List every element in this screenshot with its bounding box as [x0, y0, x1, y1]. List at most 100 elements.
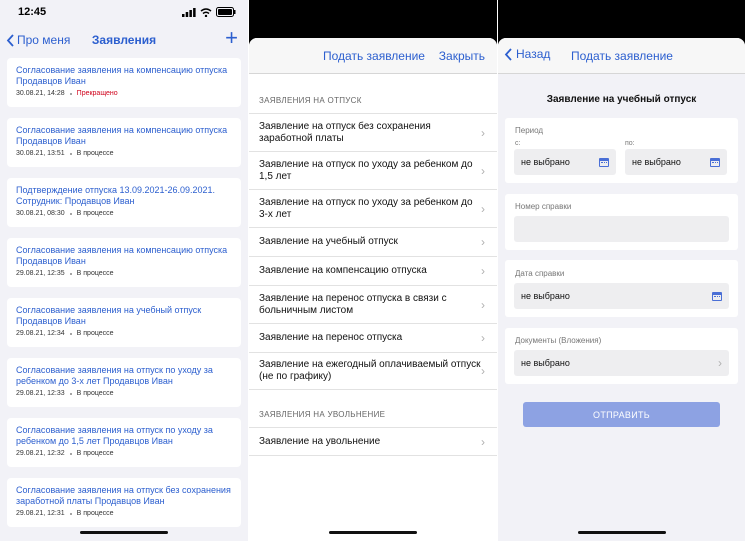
chevron-right-icon: ›	[481, 163, 485, 178]
request-date: 29.08.21, 12:35	[16, 270, 65, 277]
request-type-label: Заявление на отпуск без сохранения зараб…	[259, 120, 431, 144]
signal-icon	[182, 7, 196, 17]
back-button[interactable]: Про меня	[6, 33, 70, 47]
request-status: В процессе	[76, 510, 114, 517]
period-from-value: не выбрано	[521, 157, 570, 167]
cert-number-label: Номер справки	[515, 202, 572, 211]
chevron-right-icon: ›	[718, 356, 722, 370]
request-type-item[interactable]: Заявление на отпуск по уходу за ребенком…	[249, 151, 497, 189]
request-date: 29.08.21, 12:34	[16, 330, 65, 337]
cert-date-field[interactable]: не выбрано	[514, 283, 729, 309]
chevron-right-icon: ›	[481, 364, 485, 378]
chevron-right-icon: ›	[481, 297, 485, 312]
close-button[interactable]: Закрыть	[439, 49, 485, 63]
submit-request-sheet-screen: Подать заявление Закрыть ЗАЯВЛЕНИЯ НА ОТ…	[249, 0, 497, 541]
request-type-label: Заявление на перенос отпуска в связи с б…	[259, 292, 447, 316]
request-meta: 30.08.21, 14:28 Прекращено	[16, 90, 233, 97]
sheet-header: Назад Подать заявление	[498, 38, 745, 74]
request-status: В процессе	[76, 330, 114, 337]
request-card[interactable]: Согласование заявления на отпуск без сох…	[7, 478, 241, 527]
request-title: Согласование заявления на компенсацию от…	[16, 125, 228, 146]
chevron-left-icon	[504, 47, 512, 61]
request-card[interactable]: Согласование заявления на компенсацию от…	[7, 58, 241, 107]
request-title: Согласование заявления на отпуск по уход…	[16, 425, 213, 446]
back-label: Назад	[516, 47, 551, 61]
request-status: Прекращено	[76, 90, 118, 97]
request-type-item[interactable]: Заявление на перенос отпуска в связи с б…	[249, 285, 497, 323]
request-type-item[interactable]: Заявление на увольнение ›	[249, 427, 497, 456]
sheet-title: Подать заявление	[571, 49, 673, 63]
request-card[interactable]: Подтверждение отпуска 13.09.2021-26.09.2…	[7, 178, 241, 227]
request-meta: 29.08.21, 12:34 В процессе	[16, 330, 233, 337]
request-type-label: Заявление на учебный отпуск	[259, 236, 398, 247]
battery-icon	[216, 7, 236, 17]
from-label: с:	[515, 140, 521, 147]
request-type-label: Заявление на компенсацию отпуска	[259, 265, 427, 276]
documents-label: Документы (Вложения)	[515, 336, 602, 345]
separator-dot	[69, 392, 72, 395]
section-label-dismissal: ЗАЯВЛЕНИЯ НА УВОЛЬНЕНИЕ	[259, 410, 386, 419]
request-type-item[interactable]: Заявление на отпуск по уходу за ребенком…	[249, 189, 497, 227]
request-type-label: Заявление на отпуск по уходу за ребенком…	[259, 158, 473, 182]
request-type-label: Заявление на отпуск по уходу за ребенком…	[259, 196, 473, 220]
request-type-item[interactable]: Заявление на ежегодный оплачиваемый отпу…	[249, 352, 497, 390]
separator-dot	[69, 332, 72, 335]
request-type-label: Заявление на перенос отпуска	[259, 332, 403, 343]
chevron-right-icon: ›	[481, 201, 485, 216]
request-status: В процессе	[76, 270, 114, 277]
period-card: Период с: по: не выбрано не выбрано	[505, 118, 738, 183]
request-meta: 29.08.21, 12:35 В процессе	[16, 270, 233, 277]
request-card[interactable]: Согласование заявления на отпуск по уход…	[7, 358, 241, 407]
period-to-field[interactable]: не выбрано	[625, 149, 727, 175]
requests-list: Согласование заявления на компенсацию от…	[7, 58, 241, 538]
add-icon[interactable]: +	[225, 27, 238, 49]
study-leave-form-screen: Назад Подать заявление Заявление на учеб…	[498, 0, 745, 541]
request-type-item[interactable]: Заявление на перенос отпуска ›	[249, 323, 497, 352]
wifi-icon	[200, 7, 212, 17]
requests-list-screen: 12:45 Про меня Заявления + Согласование …	[0, 0, 248, 541]
request-date: 29.08.21, 12:31	[16, 510, 65, 517]
request-title: Согласование заявления на учебный отпуск…	[16, 305, 202, 326]
request-title: Подтверждение отпуска 13.09.2021-26.09.2…	[16, 185, 216, 206]
period-from-field[interactable]: не выбрано	[514, 149, 616, 175]
request-type-label: Заявление на увольнение	[259, 435, 381, 447]
cert-date-label: Дата справки	[515, 269, 565, 278]
documents-field[interactable]: не выбрано ›	[514, 350, 729, 376]
request-type-item[interactable]: Заявление на отпуск без сохранения зараб…	[249, 113, 497, 151]
sheet-header: Подать заявление Закрыть	[249, 38, 497, 74]
request-meta: 29.08.21, 12:31 В процессе	[16, 510, 233, 517]
request-card[interactable]: Согласование заявления на учебный отпуск…	[7, 298, 241, 347]
request-card[interactable]: Согласование заявления на компенсацию от…	[7, 238, 241, 287]
request-type-label: Заявление на ежегодный оплачиваемый отпу…	[259, 359, 481, 382]
chevron-left-icon	[6, 33, 14, 47]
request-card[interactable]: Согласование заявления на компенсацию от…	[7, 118, 241, 167]
request-type-item[interactable]: Заявление на учебный отпуск ›	[249, 227, 497, 256]
home-indicator	[329, 531, 417, 534]
period-to-value: не выбрано	[632, 157, 681, 167]
chevron-right-icon: ›	[481, 434, 485, 449]
form-title: Заявление на учебный отпуск	[546, 94, 697, 105]
status-bar: 12:45	[0, 0, 248, 24]
request-title: Согласование заявления на компенсацию от…	[16, 65, 228, 86]
request-title: Согласование заявления на отпуск без сох…	[16, 485, 231, 506]
cert-number-input[interactable]	[514, 216, 729, 242]
request-type-sheet: Подать заявление Закрыть ЗАЯВЛЕНИЯ НА ОТ…	[249, 38, 497, 541]
documents-value: не выбрано	[521, 358, 570, 368]
documents-card: Документы (Вложения) не выбрано ›	[505, 328, 738, 384]
calendar-icon	[599, 157, 609, 167]
separator-dot	[69, 92, 72, 95]
calendar-icon	[710, 157, 720, 167]
request-title: Согласование заявления на отпуск по уход…	[16, 365, 213, 386]
request-type-item[interactable]: Заявление на компенсацию отпуска ›	[249, 256, 497, 285]
sheet-title: Подать заявление	[323, 49, 425, 63]
chevron-right-icon: ›	[481, 264, 485, 278]
status-time: 12:45	[18, 6, 47, 18]
request-date: 30.08.21, 08:30	[16, 210, 65, 217]
cert-date-card: Дата справки не выбрано	[505, 260, 738, 317]
separator-dot	[69, 512, 72, 515]
request-meta: 30.08.21, 13:51 В процессе	[16, 150, 233, 157]
section-label-vacation: ЗАЯВЛЕНИЯ НА ОТПУСК	[259, 96, 362, 105]
request-card[interactable]: Согласование заявления на отпуск по уход…	[7, 418, 241, 467]
submit-button[interactable]: ОТПРАВИТЬ	[523, 402, 720, 427]
back-button[interactable]: Назад	[504, 47, 550, 61]
